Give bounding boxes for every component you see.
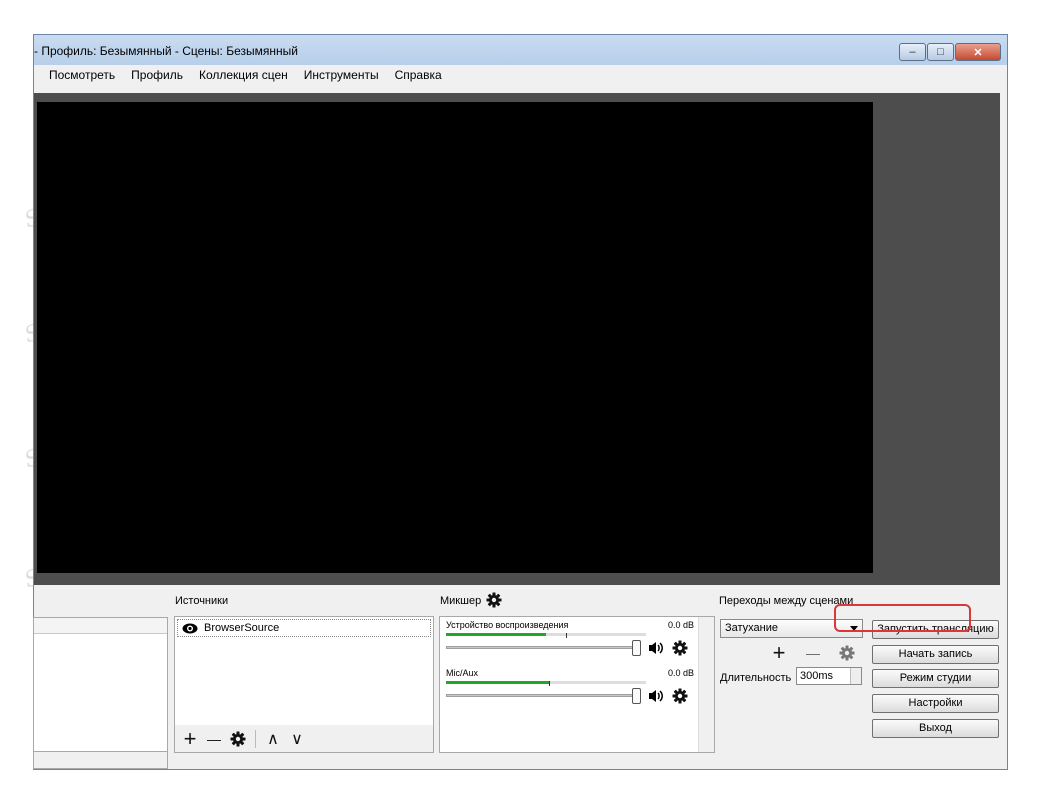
sources-label: Источники [175,595,229,607]
peak-marker [549,681,550,686]
settings-button[interactable]: Настройки [872,694,999,713]
remove-source-button[interactable]: — [204,729,224,749]
mixer-track: Устройство воспроизведения 0.0 dB [446,620,694,670]
eye-icon[interactable] [182,623,198,634]
studio-mode-button[interactable]: Режим студии [872,669,999,688]
source-name: BrowserSource [204,622,280,634]
obs-window: - Профиль: Безымянный - Сцены: Безымянны… [33,34,1008,770]
speaker-icon[interactable] [648,640,664,656]
transition-selected: Затухание [725,622,779,634]
scenes-list[interactable] [33,617,168,752]
track-db: 0.0 dB [667,620,694,630]
volume-meter [446,633,646,636]
settings-highlight [834,604,971,632]
add-source-button[interactable]: + [180,726,200,751]
close-button[interactable]: ✕ [955,43,1001,61]
preview-area [34,93,1000,585]
volume-meter [446,681,646,684]
maximize-button[interactable]: □ [927,43,954,61]
scenes-selected-row[interactable] [34,618,167,634]
duration-value: 300ms [800,670,834,682]
track-db: 0.0 dB [667,668,694,678]
title-bar[interactable]: - Профиль: Безымянный - Сцены: Безымянны… [34,35,1007,65]
source-properties-button[interactable] [228,729,248,749]
duration-spinner[interactable] [850,668,861,684]
toolbar-separator [255,729,256,748]
add-transition-button[interactable]: + [769,640,789,665]
move-up-button[interactable]: ∧ [263,729,283,749]
source-item[interactable]: BrowserSource [177,619,431,637]
sources-toolbar: + — ∧ ∨ [174,725,434,753]
preview-canvas[interactable] [37,102,873,573]
mixer-label: Микшер [440,595,482,607]
main-area: Источники BrowserSource + — ∧ ∨ Микшер У… [33,85,1007,769]
menu-scene-collection[interactable]: Коллекция сцен [191,68,296,82]
mixer-panel: Устройство воспроизведения 0.0 dB Mic/Au… [439,616,715,753]
transitions-label: Переходы между сценами [719,595,854,607]
duration-label: Длительность [720,672,792,684]
volume-slider[interactable] [446,646,636,649]
menu-view[interactable]: Посмотреть [34,68,123,82]
move-down-button[interactable]: ∨ [287,729,307,749]
gear-icon [839,645,855,661]
duration-input[interactable]: 300ms [796,667,862,685]
start-record-button[interactable]: Начать запись [872,645,999,664]
gear-icon[interactable] [672,688,688,704]
track-name: Устройство воспроизведения [446,620,569,630]
transition-properties-button[interactable] [837,643,857,663]
speaker-icon[interactable] [648,688,664,704]
remove-transition-button[interactable]: — [803,643,823,663]
mixer-scrollbar[interactable] [698,617,714,752]
window-title: - Профиль: Безымянный - Сцены: Безымянны… [34,44,298,58]
minimize-button[interactable]: ‒ [899,43,926,61]
track-name: Mic/Aux [446,668,479,678]
volume-slider-handle[interactable] [632,640,641,656]
menu-bar: Посмотреть Профиль Коллекция сцен Инстру… [34,65,1007,85]
menu-help[interactable]: Справка [387,68,450,82]
menu-tools[interactable]: Инструменты [296,68,387,82]
window-controls: ‒ □ ✕ [899,43,1001,61]
gear-icon [230,731,246,746]
exit-button[interactable]: Выход [872,719,999,738]
transition-toolbar: + — [769,640,857,665]
mixer-track: Mic/Aux 0.0 dB [446,668,694,718]
gear-icon[interactable] [672,640,688,656]
peak-marker [566,633,567,638]
menu-profile[interactable]: Профиль [123,68,191,82]
volume-slider-handle[interactable] [632,688,641,704]
scenes-toolbar [33,752,168,769]
mixer-gear-icon[interactable] [486,592,502,608]
volume-slider[interactable] [446,694,636,697]
